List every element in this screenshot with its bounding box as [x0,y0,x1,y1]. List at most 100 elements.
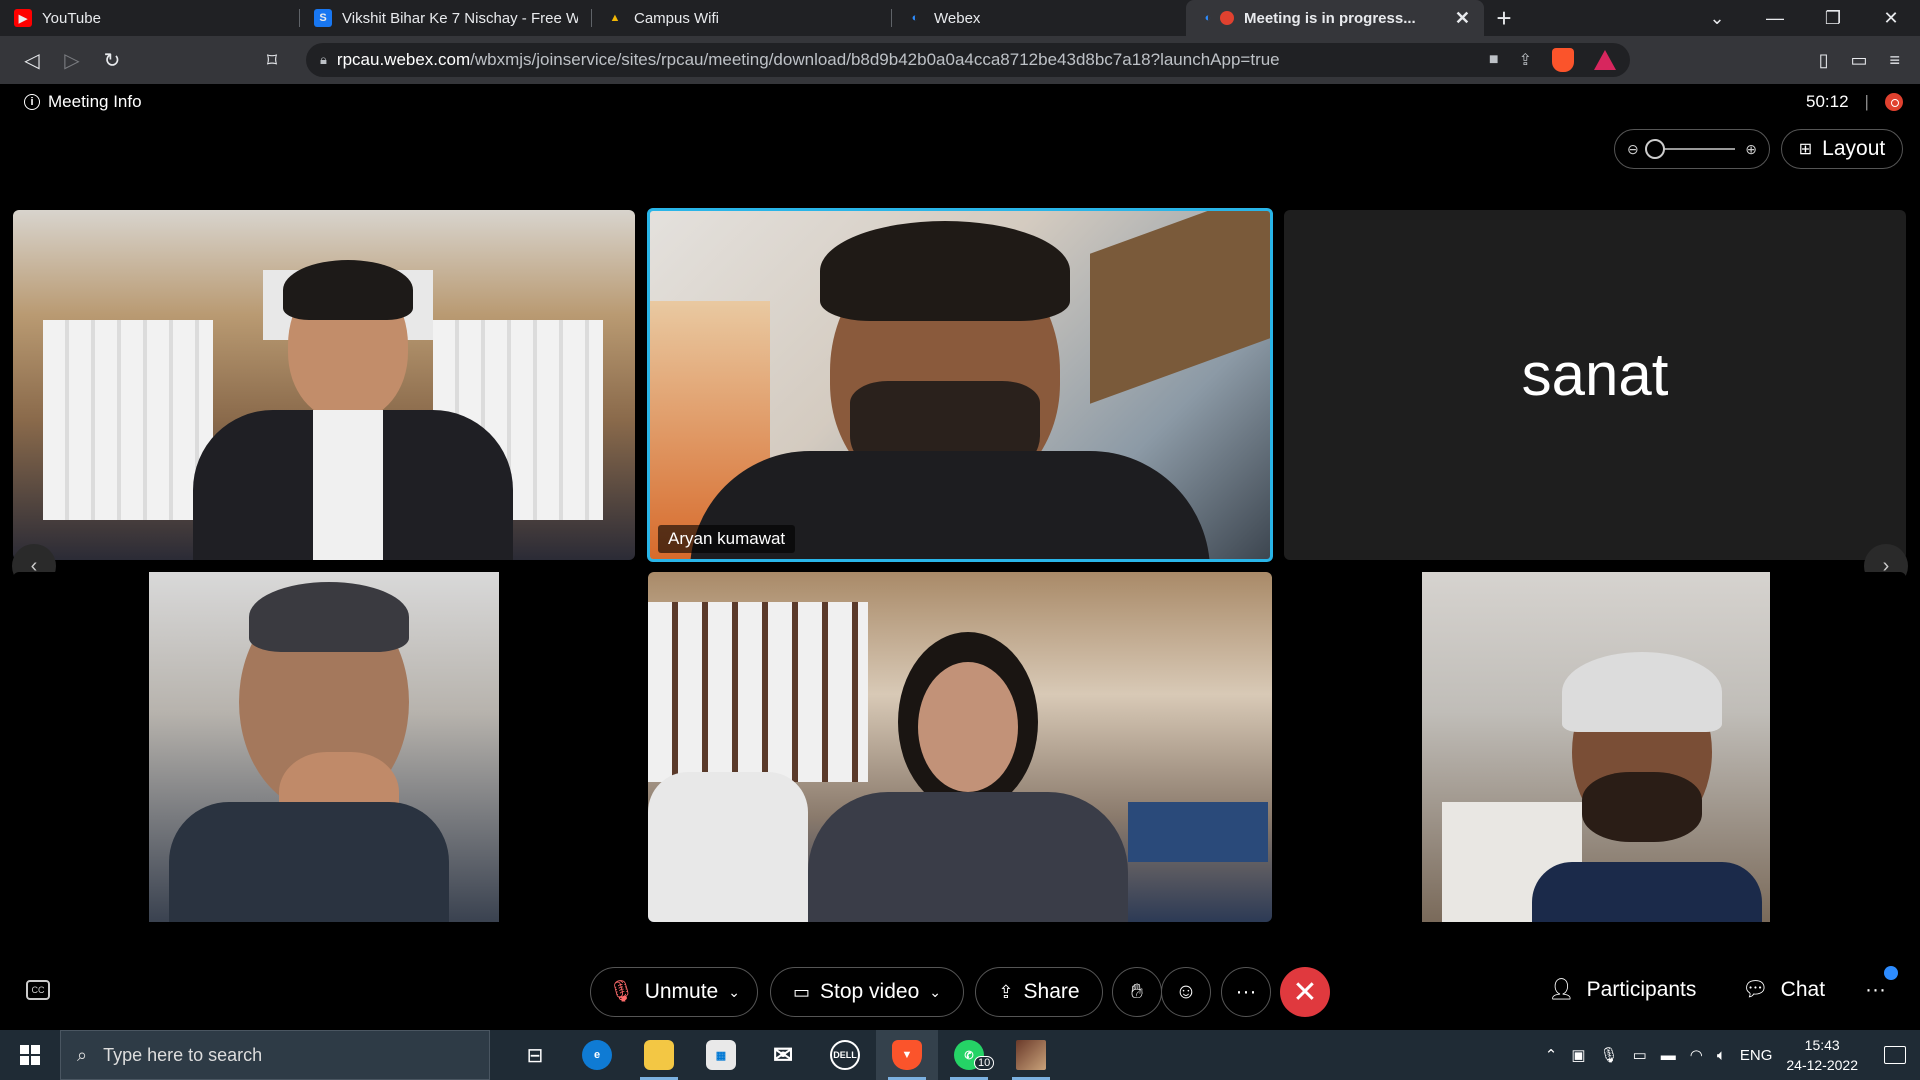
tab-title: Meeting is in progress... [1244,9,1416,27]
video-tile-4[interactable] [13,572,635,922]
video-tile-1[interactable] [13,210,635,560]
zoom-slider-knob[interactable] [1644,139,1665,159]
address-bar[interactable]: 🔒︎ rpcau.webex.com/wbxmjs/joinservice/si… [306,43,1630,77]
unmute-label: Unmute [644,980,719,1003]
video-tile-2-active-speaker[interactable]: Aryan kumawat [647,208,1273,562]
back-icon[interactable]: ◁ [12,48,52,73]
brave-shields-icon[interactable] [1552,48,1574,72]
unmute-button[interactable]: 🎙︎ Unmute ⌄ [590,967,758,1017]
clock[interactable]: 15:43 24-12-2022 [1786,1035,1858,1075]
task-view-button[interactable]: ⊟ [504,1030,566,1080]
sidebar-icon[interactable]: ▯ [1819,50,1829,71]
tab-title: Webex [934,9,981,27]
close-window-icon[interactable]: ✕ [1862,8,1920,29]
raise-hand-button[interactable]: ✋︎ [1112,967,1162,1017]
participant-name-label: Aryan kumawat [658,525,796,553]
brave-browser-button[interactable]: ▼ [876,1030,938,1080]
tab-youtube[interactable]: ▶ YouTube [0,0,300,36]
whatsapp-button[interactable]: ✆ 10 [938,1030,1000,1080]
url-host: rpcau.webex.com [336,50,471,69]
close-tab-icon[interactable]: ✕ [1455,8,1470,29]
file-explorer-button[interactable] [628,1030,690,1080]
zoom-slider[interactable]: ⊖ ⊕ [1614,129,1770,169]
chevron-down-icon[interactable]: ⌄ [929,984,941,1001]
wifi-icon[interactable]: ◠ [1690,1046,1703,1064]
participants-icon: 👤︎ [1548,978,1575,1001]
zoom-in-icon[interactable]: ⊕ [1745,141,1757,158]
microphone-icon[interactable]: 🎙︎ [1600,1046,1619,1064]
chat-button[interactable]: 💬︎ Chat [1742,978,1825,1002]
tab-campus-wifi[interactable]: ▲ Campus Wifi [592,0,892,36]
language-indicator[interactable]: ENG [1740,1047,1773,1064]
chat-bubble-icon: 💬︎ [1742,978,1769,1001]
video-tile-3-no-video[interactable]: sanat [1284,210,1906,560]
reactions-button[interactable]: ☺ [1161,967,1211,1017]
grid-icon: ⊞ [1798,141,1813,158]
photos-button[interactable] [1000,1030,1062,1080]
video-tile-5[interactable] [648,572,1272,922]
participant-name-display: sanat [1521,341,1669,408]
zoom-out-icon[interactable]: ⊖ [1627,141,1639,158]
display-icon[interactable]: ▭ [1633,1046,1647,1064]
tab-title: Campus Wifi [634,9,720,27]
restore-icon[interactable]: ❐ [1804,8,1862,29]
smiley-icon: ☺ [1175,980,1197,1003]
recording-icon[interactable] [1884,93,1903,111]
chevron-down-icon[interactable]: ⌄ [728,984,740,1001]
more-options-button[interactable]: ··· [1221,967,1271,1017]
reload-icon[interactable]: ↻ [92,48,132,73]
more-panels-button[interactable]: ··· [1865,978,1886,1002]
edge-button[interactable]: e [566,1030,628,1080]
tab-title: YouTube [42,9,101,27]
s-icon: S [314,9,332,27]
minimize-icon[interactable]: — [1746,8,1804,29]
windows-logo-icon [20,1045,40,1065]
meeting-info-button[interactable]: i Meeting Info [24,92,142,112]
start-button[interactable] [0,1030,60,1080]
layout-button[interactable]: ⊞ Layout [1781,129,1903,169]
participants-label: Participants [1586,978,1697,1001]
webex-icon: ◐ [1204,12,1212,24]
bookmark-icon[interactable]: ⌑ [252,48,292,73]
tab-meeting-in-progress[interactable]: ◐ Meeting is in progress... ✕ [1186,0,1484,36]
battery-icon[interactable]: ▬ [1661,1047,1676,1064]
notifications-icon[interactable] [1884,1046,1906,1064]
participants-button[interactable]: 👤︎ Participants [1548,978,1696,1002]
whatsapp-badge: 10 [974,1056,995,1070]
muted-microphone-icon: 🎙︎ [608,980,635,1003]
tab-title: Vikshit Bihar Ke 7 Nischay - Free Wifi N [342,9,578,27]
browser-toolbar: ◁ ▷ ↻ ⌑ 🔒︎ rpcau.webex.com/wbxmjs/joinse… [0,36,1920,84]
forward-icon[interactable]: ▷ [52,48,92,73]
new-tab-button[interactable]: + [1484,0,1524,36]
leave-meeting-button[interactable]: ✕ [1280,967,1330,1017]
url-path: /wbxmjs/joinservice/sites/rpcau/meeting/… [470,50,1280,69]
wallet-icon[interactable]: ▭ [1850,50,1867,71]
volume-icon[interactable]: 🔈︎ [1717,1047,1726,1064]
browser-tab-strip: ▶ YouTube S Vikshit Bihar Ke 7 Nischay -… [0,0,1920,36]
tab-vikshit-bihar[interactable]: S Vikshit Bihar Ke 7 Nischay - Free Wifi… [300,0,592,36]
stop-video-button[interactable]: ▭ Stop video ⌄ [770,967,964,1017]
camera-permission-icon[interactable]: ■ [1489,51,1499,69]
taskbar-search-box[interactable]: ⌕ Type here to search [60,1030,490,1080]
brave-rewards-icon[interactable] [1594,50,1616,70]
show-hidden-icons-icon[interactable]: ⌃ [1545,1046,1558,1064]
clock-time: 15:43 [1804,1037,1840,1053]
share-button[interactable]: ⇪ Share [975,967,1103,1017]
mail-button[interactable]: ✉ [752,1030,814,1080]
share-screen-icon: ⇪ [998,981,1014,1002]
camera-in-use-icon[interactable]: ▣ [1571,1046,1585,1064]
tab-webex[interactable]: ◐ Webex [892,0,1186,36]
closed-captions-icon[interactable]: CC [26,980,50,1000]
store-icon: ▦ [706,1040,736,1070]
stop-video-label: Stop video [820,980,920,1003]
video-tile-6[interactable] [1284,572,1906,922]
brave-icon: ▼ [892,1040,922,1070]
dell-button[interactable]: DELL [814,1030,876,1080]
clock-date: 24-12-2022 [1786,1057,1858,1073]
share-page-icon[interactable]: ⇪ [1519,50,1532,70]
menu-icon[interactable]: ≡ [1889,50,1900,71]
chat-label: Chat [1780,978,1826,1001]
store-button[interactable]: ▦ [690,1030,752,1080]
folder-icon [644,1040,674,1070]
tab-search-icon[interactable]: ⌄ [1688,8,1746,29]
